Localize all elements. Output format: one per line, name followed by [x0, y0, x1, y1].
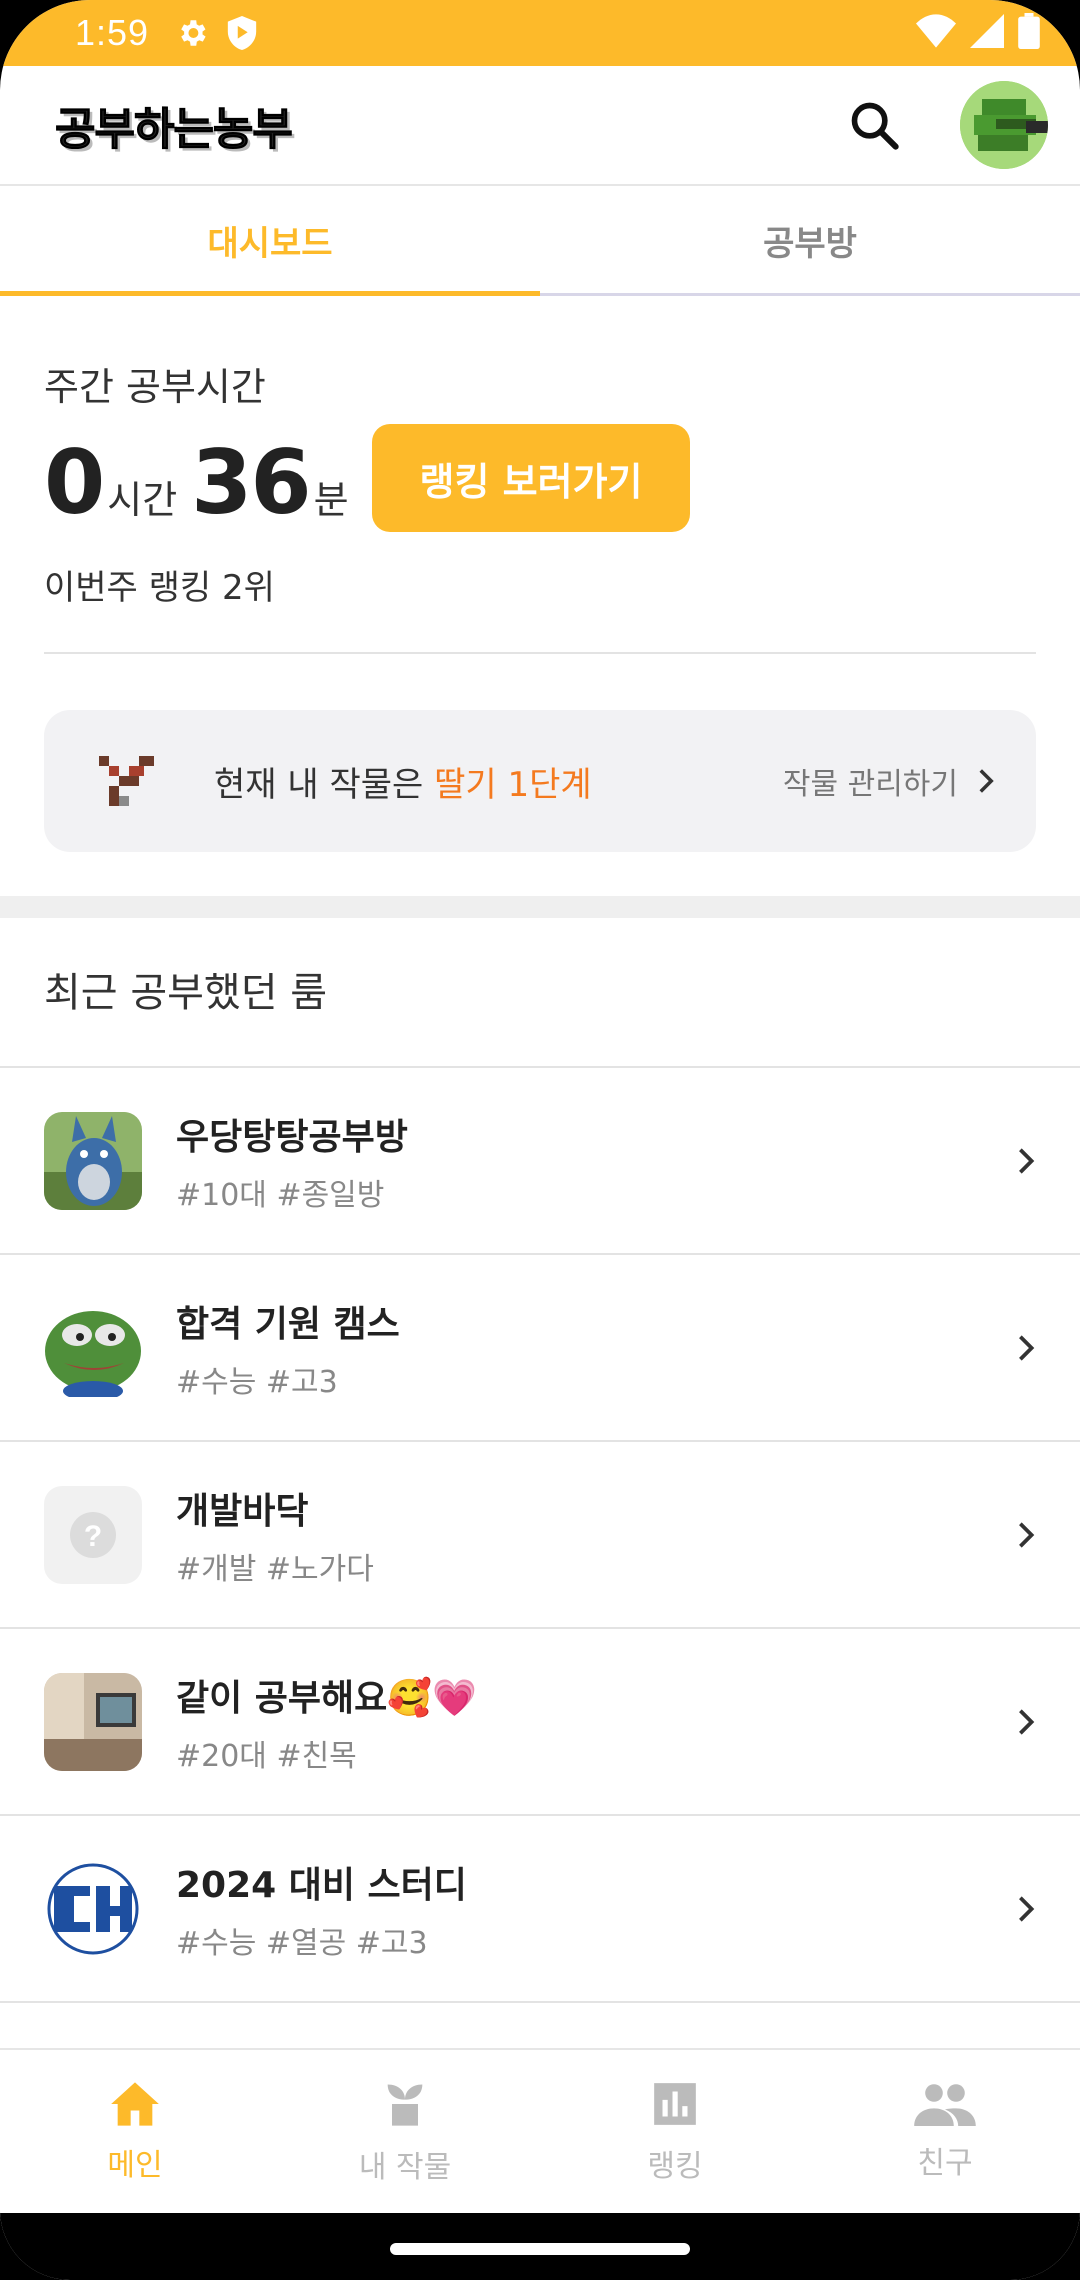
minutes-unit: 분 [313, 478, 349, 522]
weekly-study-time: 0 시간 36 분 [44, 431, 363, 534]
app-screen: 1:59 공부하는농부 대시보드 공부방 주간 공부시간 0 시간 36 분 랭… [0, 0, 1080, 2280]
room-thumbnail [44, 1111, 142, 1210]
room-tags: #10대 #종일방 [176, 1177, 385, 1213]
nav-friends[interactable]: 친구 [810, 2050, 1080, 2213]
room-thumbnail [44, 1859, 142, 1958]
weekly-study-section: 주간 공부시간 0 시간 36 분 랭킹 보러가기 이번주 랭킹 2위 현재 내… [0, 296, 1080, 896]
status-time: 1:59 [75, 12, 150, 53]
strawberry-sprout-icon [94, 746, 164, 816]
home-icon [111, 2081, 159, 2126]
recent-rooms-list: 우당탕탕공부방 #10대 #종일방 합격 기원 캠스 #수능 #고3 ? 개발바… [0, 1068, 1080, 2003]
question-mark-icon: ? [70, 1511, 116, 1558]
crop-status-card[interactable]: 현재 내 작물은 딸기 1단계 작물 관리하기 [44, 710, 1036, 852]
battery-icon [1018, 13, 1040, 53]
section-divider [44, 652, 1036, 654]
nav-my-crop[interactable]: 내 작물 [270, 2050, 540, 2213]
bottom-navigation: 메인 내 작물 랭킹 친구 [0, 2048, 1080, 2213]
room-tags: #개발 #노가다 [176, 1551, 374, 1587]
home-gesture-handle[interactable] [390, 2243, 690, 2255]
tab-dashboard[interactable]: 대시보드 [0, 188, 540, 296]
nav-friends-label: 친구 [917, 2145, 973, 2181]
room-name: 2024 대비 스터디 [176, 1864, 467, 1906]
hours-unit: 시간 [107, 478, 178, 522]
crop-status-prefix: 현재 내 작물은 [214, 764, 435, 805]
chevron-right-icon [1019, 1521, 1035, 1548]
room-thumbnail: ? [44, 1485, 142, 1584]
nav-main-label: 메인 [107, 2147, 163, 2183]
people-icon [914, 2083, 976, 2126]
app-logo: 공부하는농부 [55, 104, 294, 156]
room-name: 같이 공부해요🥰💗 [176, 1677, 477, 1719]
room-tags: #수능 #열공 #고3 [176, 1925, 428, 1961]
app-bar: 공부하는농부 [0, 66, 1080, 186]
university-emblem-icon [47, 1863, 139, 1954]
room-thumbnail [44, 1298, 142, 1397]
room-name: 우당탕탕공부방 [176, 1116, 408, 1158]
manage-crop-label: 작물 관리하기 [782, 767, 958, 802]
bar-chart-icon [654, 2082, 696, 2125]
weekly-rank-text: 이번주 랭킹 2위 [44, 568, 275, 608]
room-list-item[interactable]: 우당탕탕공부방 #10대 #종일방 [0, 1068, 1080, 1255]
room-list-item[interactable]: ? 개발바닥 #개발 #노가다 [0, 1442, 1080, 1629]
recent-rooms-title: 최근 공부했던 룸 [44, 970, 328, 1016]
status-bar: 1:59 [0, 0, 1080, 66]
room-list-item[interactable]: 2024 대비 스터디 #수능 #열공 #고3 [0, 1816, 1080, 2003]
profile-avatar[interactable] [960, 81, 1048, 169]
svg-text:?: ? [84, 1520, 102, 1553]
room-name: 합격 기원 캠스 [176, 1303, 400, 1345]
chevron-right-icon [1019, 1708, 1035, 1735]
room-list-item[interactable]: 같이 공부해요🥰💗 #20대 #친목 [0, 1629, 1080, 1816]
hours-value: 0 [44, 431, 105, 534]
room-thumbnail [44, 1672, 142, 1771]
crop-name: 딸기 1단계 [434, 764, 592, 805]
weekly-study-label: 주간 공부시간 [44, 365, 266, 409]
nav-ranking[interactable]: 랭킹 [540, 2050, 810, 2213]
play-protect-icon [227, 16, 257, 50]
settings-icon [175, 16, 209, 50]
minutes-value: 36 [191, 431, 311, 534]
cellular-signal-icon [970, 14, 1004, 52]
section-separator [0, 896, 1080, 918]
tab-study-room[interactable]: 공부방 [540, 188, 1080, 293]
search-icon[interactable] [844, 95, 904, 155]
room-tags: #수능 #고3 [176, 1364, 338, 1400]
gesture-bar [0, 2213, 1080, 2280]
nav-my-crop-label: 내 작물 [358, 2149, 452, 2185]
room-tags: #20대 #친목 [176, 1738, 357, 1774]
chevron-right-icon [979, 769, 994, 793]
chevron-right-icon [1019, 1334, 1035, 1361]
sprout-icon [387, 2084, 423, 2126]
chevron-right-icon [1019, 1147, 1035, 1174]
chevron-right-icon [1019, 1895, 1035, 1922]
room-list-item[interactable]: 합격 기원 캠스 #수능 #고3 [0, 1255, 1080, 1442]
wifi-icon [916, 14, 956, 52]
nav-ranking-label: 랭킹 [647, 2148, 703, 2184]
nav-main[interactable]: 메인 [0, 2050, 270, 2213]
view-ranking-button[interactable]: 랭킹 보러가기 [372, 424, 690, 532]
crop-status-text: 현재 내 작물은 딸기 1단계 [214, 757, 592, 806]
room-name: 개발바닥 [176, 1490, 309, 1532]
manage-crop-link[interactable]: 작물 관리하기 [783, 759, 996, 803]
tab-bar: 대시보드 공부방 [0, 188, 1080, 296]
